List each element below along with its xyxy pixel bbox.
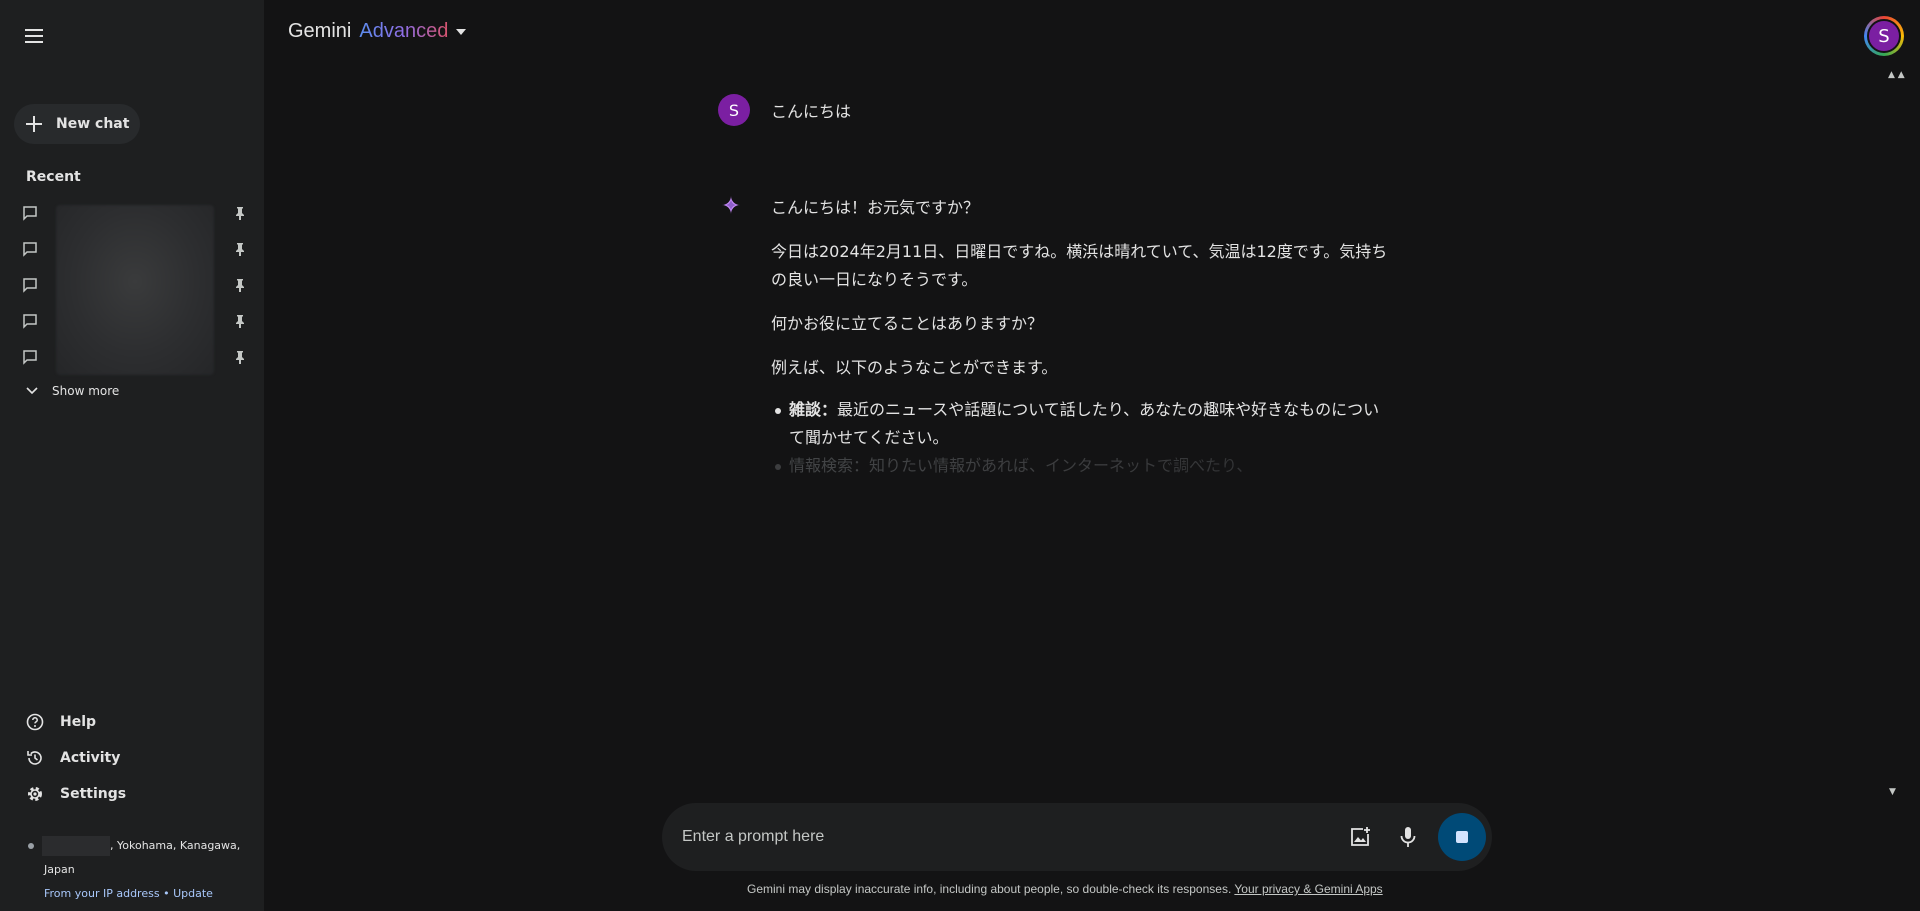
response-list-item: 雑談：最近のニュースや話題について話したり、あなたの趣味や好きなものについて聞か… [771, 396, 1391, 452]
settings-link[interactable]: Settings [26, 785, 126, 803]
recent-chat-item[interactable] [22, 236, 246, 262]
scroll-up-arrows[interactable]: ▲ ▲ [1888, 70, 1905, 80]
activity-label: Activity [60, 750, 121, 766]
list-item-text: 知りたい情報があれば、インターネットで調べたり、 [869, 456, 1253, 475]
response-list-item-streaming: 情報検索：知りたい情報があれば、インターネットで調べたり、 [771, 452, 1391, 480]
dropdown-arrow-icon [456, 28, 467, 35]
new-chat-button[interactable]: New chat [14, 104, 140, 144]
main-menu-button[interactable] [18, 20, 50, 52]
chat-bubble-icon [23, 242, 37, 257]
chat-bubble-icon [23, 206, 37, 221]
chat-bubble-icon [23, 350, 37, 365]
plus-icon [26, 116, 42, 132]
gemini-sparkle-icon [722, 196, 740, 214]
location-source-link[interactable]: From your IP address [44, 887, 160, 900]
help-label: Help [60, 714, 97, 730]
help-link[interactable]: Help [26, 713, 96, 731]
model-switcher[interactable]: Gemini Advanced [288, 20, 467, 43]
activity-link[interactable]: Activity [26, 749, 120, 767]
stop-icon [1456, 831, 1468, 843]
scroll-down-arrow[interactable]: ▼ [1889, 787, 1896, 797]
help-icon [26, 713, 44, 731]
hamburger-menu-icon [25, 29, 43, 43]
prompt-bar [662, 803, 1492, 871]
location-links: From your IP address • Update [28, 882, 252, 906]
app-root: New chat Recent Show more Help Activity … [0, 0, 1920, 911]
profile-initial: S [1867, 19, 1901, 53]
user-message: こんにちは [771, 102, 852, 121]
add-image-icon [1351, 827, 1370, 846]
profile-avatar-button[interactable]: S [1864, 16, 1904, 56]
new-chat-label: New chat [56, 116, 130, 132]
recent-chat-item[interactable] [22, 308, 246, 334]
response-greeting: こんにちは！お元気ですか？ [771, 198, 980, 217]
disclaimer-text: Gemini may display inaccurate info, incl… [747, 882, 1235, 896]
list-item-label: 情報検索： [789, 456, 870, 475]
location-text: , Yokohama, Kanagawa, [110, 839, 241, 852]
pin-icon[interactable] [234, 314, 246, 328]
show-more-button[interactable]: Show more [26, 384, 119, 398]
location-update-link[interactable]: Update [173, 887, 213, 900]
history-icon [27, 751, 42, 765]
response-paragraph: 何かお役に立てることはありますか？ [771, 314, 1044, 333]
list-item-text: 最近のニュースや話題について話したり、あなたの趣味や好きなものについて聞かせてく… [789, 400, 1380, 447]
sidebar: New chat Recent Show more Help Activity … [0, 0, 264, 911]
recent-chat-item[interactable] [22, 200, 246, 226]
gear-icon [28, 787, 42, 801]
privacy-link[interactable]: Your privacy & Gemini Apps [1234, 882, 1382, 896]
microphone-button[interactable] [1388, 817, 1428, 857]
chat-bubble-icon [23, 278, 37, 293]
list-item-label: 雑談： [789, 400, 838, 419]
upload-image-button[interactable] [1340, 817, 1380, 857]
recent-heading: Recent [26, 169, 81, 185]
chat-bubble-icon [23, 314, 37, 329]
location-info: , Yokohama, Kanagawa, Japan From your IP… [28, 834, 252, 906]
response-paragraph: 今日は2024年2月11日、日曜日ですね。横浜は晴れていて、気温は12度です。気… [771, 242, 1388, 289]
response-list: 雑談：最近のニュースや話題について話したり、あなたの趣味や好きなものについて聞か… [771, 396, 1391, 480]
pin-icon[interactable] [234, 242, 246, 256]
recent-chat-item[interactable] [22, 272, 246, 298]
recent-chat-item[interactable] [22, 344, 246, 370]
microphone-icon [1400, 827, 1416, 847]
pin-icon[interactable] [234, 350, 246, 364]
gemini-response: こんにちは！お元気ですか？ 今日は2024年2月11日、日曜日ですね。横浜は晴れ… [771, 194, 1391, 480]
stop-generating-button[interactable] [1438, 813, 1486, 861]
pin-icon[interactable] [234, 278, 246, 292]
settings-label: Settings [60, 786, 127, 802]
location-separator: • [163, 887, 170, 900]
location-dot-icon [28, 843, 34, 849]
show-more-label: Show more [52, 384, 120, 398]
chevron-down-icon [26, 387, 38, 395]
location-country: Japan [44, 863, 75, 876]
location-line: , Yokohama, Kanagawa, [28, 834, 252, 858]
model-name: Gemini [288, 20, 352, 42]
footer-disclaimer: Gemini may display inaccurate info, incl… [747, 882, 1383, 896]
user-avatar: S [718, 94, 750, 126]
pin-icon[interactable] [234, 206, 246, 220]
location-redacted [42, 836, 110, 856]
prompt-input[interactable] [682, 828, 1332, 846]
response-paragraph: 例えば、以下のようなことができます。 [771, 358, 1058, 377]
model-tier: Advanced [359, 20, 449, 42]
